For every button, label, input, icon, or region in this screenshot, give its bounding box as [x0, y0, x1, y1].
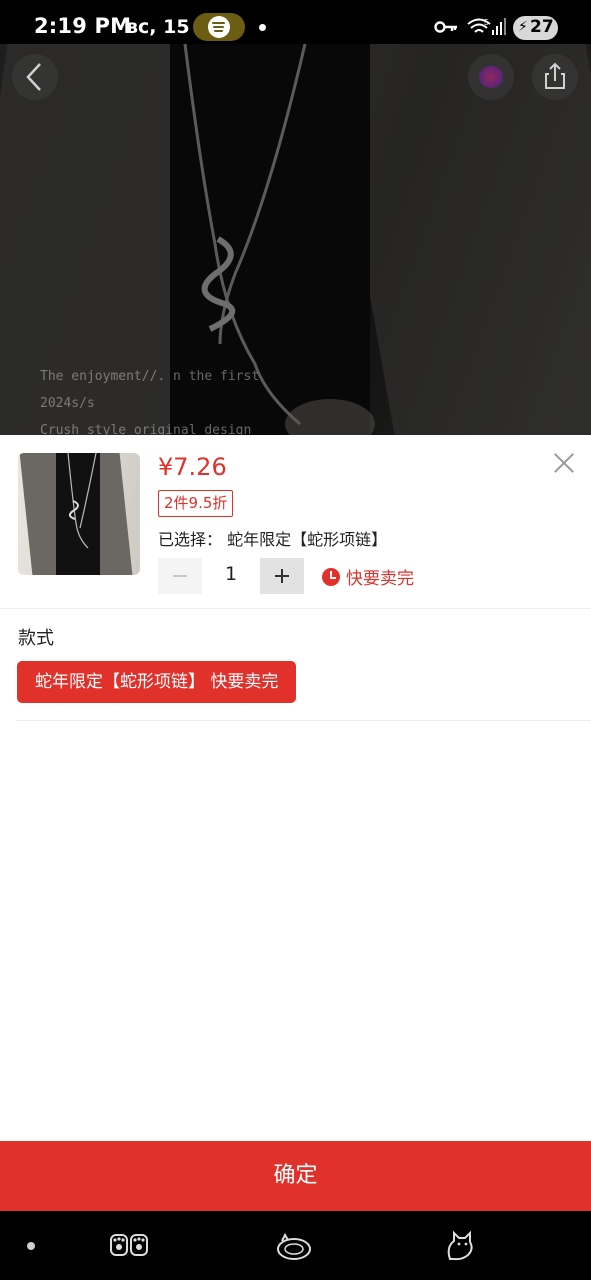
battery-level: 27 [530, 17, 554, 37]
svg-text:5: 5 [484, 18, 489, 27]
price: ¥7.26 [158, 453, 227, 481]
selected-summary: 已选择： 蛇年限定【蛇形项链】 [158, 526, 387, 550]
quantity-increase-button[interactable] [260, 558, 304, 594]
favorite-button[interactable] [468, 54, 514, 100]
stock-warning: 快要卖完 [322, 564, 414, 589]
back-arrow-icon [26, 63, 41, 91]
confirm-button[interactable]: 确定 [0, 1141, 591, 1211]
battery-icon: ⚡ 27 [513, 16, 558, 40]
product-image[interactable]: The enjoyment//. n the first 2024s/s Cru… [0, 44, 591, 435]
sleeping-cat-icon[interactable] [274, 1229, 314, 1263]
cat-icon[interactable] [440, 1229, 480, 1263]
selected-label: 已选择： [158, 530, 223, 549]
stock-warning-text: 快要卖完 [346, 569, 414, 589]
status-time: 2:19 PM [34, 14, 132, 38]
favorite-icon [479, 66, 503, 88]
back-button[interactable] [12, 54, 58, 100]
nav-dot [27, 1242, 35, 1250]
wifi-icon: 5 [467, 18, 491, 33]
clock-icon [322, 568, 340, 586]
sku-selector-sheet: ¥7.26 2件9.5折 已选择： 蛇年限定【蛇形项链】 1 快要卖完 款式 蛇… [0, 435, 591, 1211]
quantity-decrease-button[interactable] [158, 558, 202, 594]
watermark-line-2: 2024s/s [40, 396, 95, 411]
status-bar: 2:19 PM вс, 15 5 ⚡ 27 [0, 0, 591, 44]
spec-title: 款式 [18, 628, 54, 649]
share-icon [545, 62, 565, 89]
option-chip-selected[interactable]: 蛇年限定【蛇形项链】 快要卖完 [17, 661, 297, 703]
notification-dot [259, 24, 266, 31]
discount-badge: 2件9.5折 [158, 490, 234, 517]
paw-icon[interactable] [109, 1229, 149, 1263]
watermark-line-3: Crush style original design [40, 423, 252, 435]
quantity-value: 1 [224, 563, 238, 585]
status-date: вс, 15 [126, 16, 190, 38]
watermark-line-1: The enjoyment//. n the first [40, 369, 260, 384]
divider [0, 608, 591, 609]
product-thumbnail[interactable] [18, 453, 140, 575]
share-button[interactable] [532, 54, 578, 100]
selected-value: 蛇年限定【蛇形项链】 [227, 530, 388, 549]
signal-icon [492, 18, 506, 35]
system-nav-bar [0, 1211, 591, 1280]
key-icon [434, 21, 457, 33]
divider [16, 720, 591, 721]
spotify-icon[interactable] [193, 13, 245, 41]
close-icon[interactable] [552, 450, 576, 474]
